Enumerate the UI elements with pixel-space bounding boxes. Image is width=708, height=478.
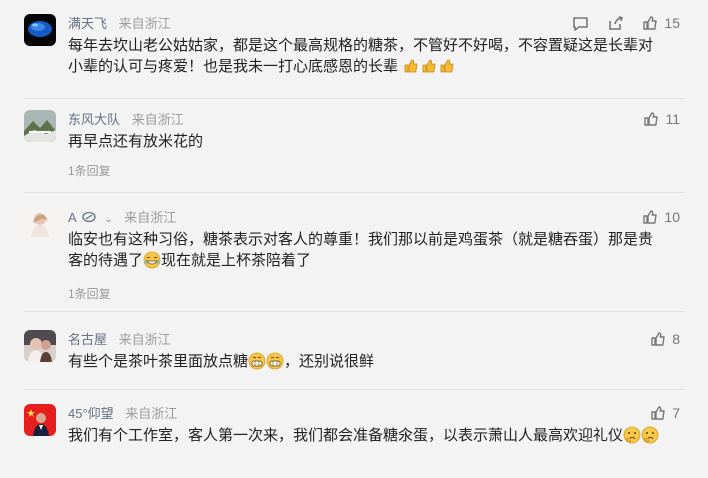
- comment-button[interactable]: [572, 16, 589, 31]
- avatar-image: [24, 208, 56, 240]
- chevron-down-icon[interactable]: ⌄: [104, 211, 112, 229]
- comment-item: 45°仰望 来自浙江 7 我们有个工作室，客人第一次来，我们都会准备糖氽蛋，以表…: [24, 404, 680, 478]
- like-count: 8: [672, 331, 680, 347]
- comment-text: 我们有个工作室，客人第一次来，我们都会准备糖氽蛋，以表示萧山人最高欢迎礼仪: [68, 425, 666, 446]
- comment-text-content: 现在就是上杯茶陪着了: [161, 252, 312, 269]
- thumbs-up-icon: [651, 406, 665, 420]
- avatar-image: [24, 330, 56, 362]
- comment-text-content: 每年去坎山老公姑姑家，都是这个最高规格的糖茶，不管好不好喝，不容置疑这是长辈对小…: [68, 37, 654, 75]
- thumbs-up-icon: [643, 210, 658, 224]
- comment-meta: 东风大队 来自浙江: [68, 111, 184, 129]
- avatar[interactable]: [24, 208, 56, 240]
- location-label: 来自浙江: [125, 406, 178, 421]
- like-button[interactable]: 7: [650, 405, 680, 421]
- thumbs-up-icon: [644, 112, 659, 126]
- like-count: 10: [664, 209, 680, 225]
- comment-item: A ⌄ 来自浙江 10 临安也有这种习俗，糖茶表示对客人的尊重！我们那以前是鸡蛋…: [24, 208, 680, 309]
- comment-text: 每年去坎山老公姑姑家，都是这个最高规格的糖茶，不管好不好喝，不容置疑这是长辈对小…: [68, 35, 666, 77]
- comment-icon: [573, 16, 589, 31]
- comment-item: 名古屋 来自浙江 8 有些个是茶叶茶里面放点糖 ，还别说很鲜: [24, 330, 680, 388]
- thumbs-up-icon: [643, 16, 658, 30]
- comment-divider: [24, 192, 684, 193]
- comment-divider: [24, 98, 684, 99]
- username[interactable]: 45°仰望: [68, 406, 114, 421]
- comment-meta: A ⌄ 来自浙江: [68, 209, 176, 227]
- location-label: 来自浙江: [118, 16, 171, 31]
- thinking-emoji-icon: [641, 426, 659, 444]
- comment-actions: 8: [650, 330, 680, 348]
- reply-count-link[interactable]: 1条回复: [68, 162, 111, 179]
- comment-item: 满天飞 来自浙江 15 每年去坎山老公姑姑家，都是这个最高规格的糖茶，不管好不好…: [24, 14, 680, 96]
- comment-meta: 名古屋 来自浙江: [68, 331, 171, 349]
- thumbs-up-emoji-icon: [440, 59, 454, 73]
- thumbs-up-emoji-icon: [422, 59, 436, 73]
- grinning-emoji-icon: [266, 352, 284, 370]
- comment-text-content: 我们有个工作室，客人第一次来，我们都会准备糖氽蛋，以表示萧山人最高欢迎礼仪: [68, 427, 624, 444]
- location-label: 来自浙江: [118, 332, 171, 347]
- share-button[interactable]: [607, 15, 624, 31]
- laughing-emoji-icon: [143, 251, 161, 269]
- username[interactable]: 东风大队: [68, 112, 120, 127]
- comment-text: 临安也有这种习俗，糖茶表示对客人的尊重！我们那以前是鸡蛋茶（就是糖吞蛋）那是贵客…: [68, 229, 666, 271]
- comment-text: 再早点还有放米花的: [68, 133, 204, 150]
- comment-text-content: ，还别说很鲜: [284, 353, 375, 370]
- like-button[interactable]: 8: [650, 331, 680, 347]
- avatar[interactable]: [24, 14, 56, 46]
- comment-actions: 7: [650, 404, 680, 422]
- thinking-emoji-icon: [623, 426, 641, 444]
- avatar-image: [24, 14, 56, 46]
- comment-meta: 满天飞 来自浙江: [68, 15, 171, 33]
- location-label: 来自浙江: [131, 112, 184, 127]
- username[interactable]: A: [68, 210, 76, 225]
- avatar[interactable]: [24, 404, 56, 436]
- like-button[interactable]: 15: [642, 15, 680, 31]
- reply-count-link[interactable]: 1条回复: [68, 285, 111, 302]
- avatar[interactable]: [24, 110, 56, 142]
- comment-item: 东风大队 来自浙江 11 再早点还有放米花的 1条回复: [24, 110, 680, 190]
- like-button[interactable]: 11: [643, 111, 680, 127]
- avatar[interactable]: [24, 330, 56, 362]
- comment-actions: 15: [572, 14, 680, 32]
- grinning-emoji-icon: [248, 352, 266, 370]
- comment-divider: [24, 311, 684, 312]
- location-label: 来自浙江: [124, 210, 177, 225]
- like-button[interactable]: 10: [642, 209, 680, 225]
- thumbs-up-emoji-icon: [404, 59, 418, 73]
- avatar-image: [24, 404, 56, 436]
- comment-text-content: 有些个是茶叶茶里面放点糖: [68, 353, 249, 370]
- user-badge-icon: [81, 211, 96, 223]
- comment-divider: [24, 389, 684, 390]
- username[interactable]: 满天飞: [68, 16, 107, 31]
- share-icon: [609, 15, 624, 30]
- like-count: 7: [672, 405, 680, 421]
- comment-actions: 10: [642, 208, 680, 226]
- thumbs-up-icon: [651, 332, 665, 346]
- like-count: 11: [665, 111, 680, 127]
- username[interactable]: 名古屋: [68, 332, 107, 347]
- comment-actions: 11: [643, 110, 680, 128]
- comment-list: 满天飞 来自浙江 15 每年去坎山老公姑姑家，都是这个最高规格的糖茶，不管好不好…: [0, 0, 708, 478]
- like-count: 15: [664, 15, 680, 31]
- comment-text: 有些个是茶叶茶里面放点糖 ，还别说很鲜: [68, 351, 666, 372]
- avatar-image: [24, 110, 56, 142]
- comment-meta: 45°仰望 来自浙江: [68, 405, 177, 423]
